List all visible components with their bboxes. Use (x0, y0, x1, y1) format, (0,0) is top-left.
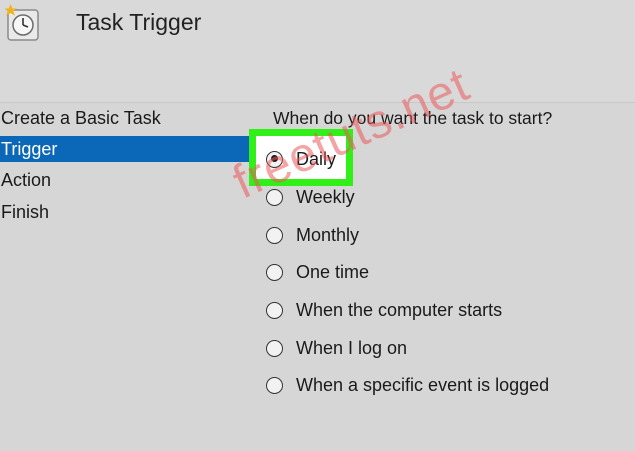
option-weekly[interactable]: Weekly (266, 183, 355, 211)
option-log-on[interactable]: When I log on (266, 334, 407, 362)
sidebar-item-create-basic-task[interactable]: Create a Basic Task (0, 105, 161, 131)
option-label-one-time: One time (296, 261, 370, 282)
wizard-steps-sidebar: Create a Basic Task Trigger Action Finis… (0, 103, 273, 451)
option-computer-starts[interactable]: When the computer starts (266, 296, 502, 324)
option-label-daily: Daily (296, 148, 337, 169)
wizard-header: Task Trigger (0, 0, 635, 102)
trigger-question: When do you want the task to start? (273, 108, 553, 128)
page-title: Task Trigger (76, 9, 202, 35)
option-event-logged[interactable]: When a specific event is logged (266, 371, 549, 399)
radio-weekly[interactable] (266, 188, 283, 206)
sidebar-item-trigger[interactable]: Trigger (0, 136, 273, 162)
sidebar-item-finish[interactable]: Finish (0, 199, 49, 225)
option-label-event-logged: When a specific event is logged (296, 374, 550, 395)
radio-log-on[interactable] (266, 339, 283, 357)
option-label-computer-starts: When the computer starts (296, 299, 503, 320)
radio-event-logged[interactable] (266, 376, 283, 394)
radio-daily[interactable] (266, 150, 283, 168)
radio-computer-starts[interactable] (266, 301, 283, 319)
option-daily[interactable]: Daily (266, 145, 336, 173)
radio-one-time[interactable] (266, 263, 283, 281)
option-one-time[interactable]: One time (266, 258, 369, 286)
option-monthly[interactable]: Monthly (266, 221, 359, 249)
option-label-weekly: Weekly (296, 186, 355, 207)
clock-icon (5, 4, 39, 41)
option-label-log-on: When I log on (296, 337, 408, 358)
radio-monthly[interactable] (266, 226, 283, 244)
option-label-monthly: Monthly (296, 224, 360, 245)
sidebar-item-action[interactable]: Action (0, 167, 51, 193)
